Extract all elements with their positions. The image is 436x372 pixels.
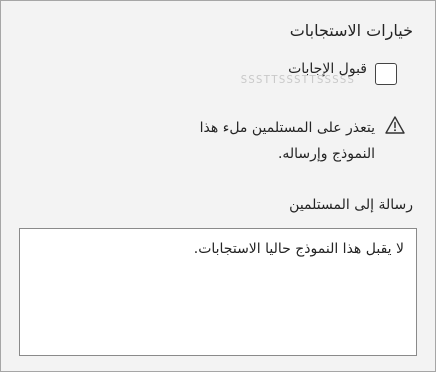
recipient-message-textarea[interactable]: لا يقبل هذا النموذج حاليا الاستجابات. (19, 228, 417, 356)
accept-responses-checkbox[interactable] (375, 63, 397, 85)
response-options-panel: خيارات الاستجابات SSSTTSSSTTSSSSS قبول ا… (1, 1, 435, 371)
accept-responses-row[interactable]: SSSTTSSSTTSSSSS قبول الإجابات (177, 61, 397, 91)
recipient-message-label: رسالة إلى المستلمين (289, 197, 413, 213)
warning-text: يتعذر على المستلمين ملء هذا النموذج وإرس… (199, 120, 375, 162)
warning-triangle-icon (385, 116, 405, 134)
section-title: خيارات الاستجابات (289, 21, 413, 40)
accept-responses-label[interactable]: قبول الإجابات (288, 61, 367, 77)
options-panel-frame: خيارات الاستجابات SSSTTSSSTTSSSSS قبول ا… (0, 0, 436, 372)
